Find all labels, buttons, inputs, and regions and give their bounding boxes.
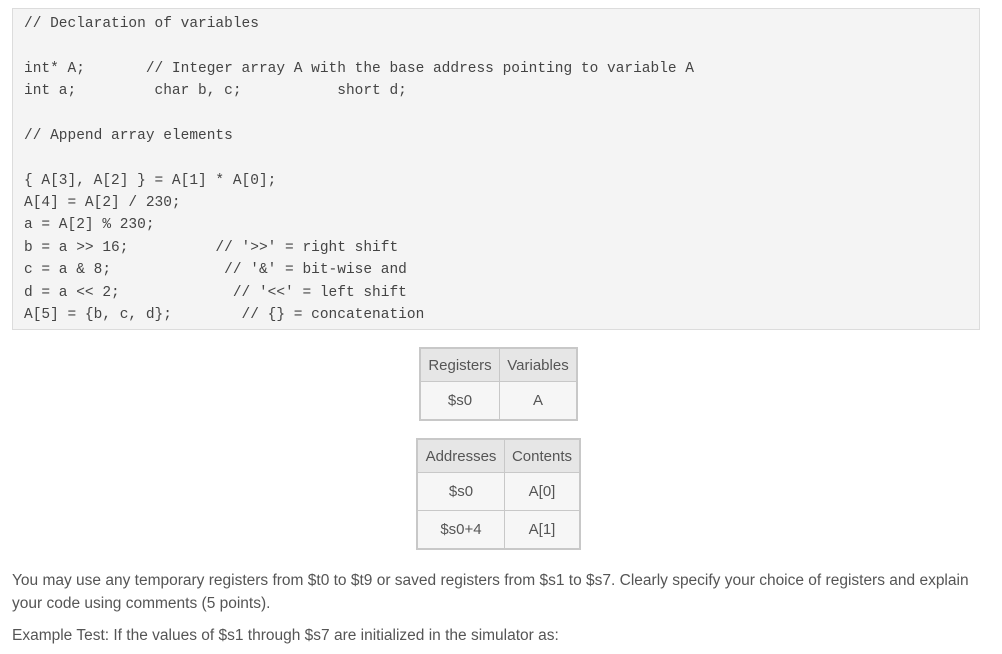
code-line-multiply: { A[3], A[2] } = A[1] * A[0]; <box>24 173 277 189</box>
instructions-paragraph: You may use any temporary registers from… <box>12 572 969 612</box>
code-line-right-shift: b = a >> 16; // '>>' = right shift <box>24 240 399 256</box>
code-line-left-shift: d = a << 2; // '<<' = left shift <box>24 285 407 301</box>
example-test-paragraph: Example Test: If the values of $s1 throu… <box>12 627 559 644</box>
table-row: $s0 A[0] <box>416 472 581 511</box>
table-row: $s0 A <box>419 381 578 421</box>
header-registers: Registers <box>419 347 500 382</box>
table-header-row: Addresses Contents <box>416 438 581 473</box>
header-contents: Contents <box>504 438 581 473</box>
code-line-divide: A[4] = A[2] / 230; <box>24 195 181 211</box>
cell-variable: A <box>499 381 578 421</box>
code-line-declarations: int a; char b, c; short d; <box>24 83 407 99</box>
memory-table: Addresses Contents $s0 A[0] $s0+4 A[1] <box>416 438 581 550</box>
cell-register: $s0 <box>419 381 500 421</box>
code-comment-declaration: // Declaration of variables <box>24 16 259 32</box>
code-block: // Declaration of variables int* A; // I… <box>12 8 980 330</box>
registers-table: Registers Variables $s0 A <box>419 347 578 421</box>
cell-address: $s0 <box>416 472 505 511</box>
table-row: $s0+4 A[1] <box>416 510 581 550</box>
header-addresses: Addresses <box>416 438 505 473</box>
table-header-row: Registers Variables <box>419 347 578 382</box>
header-variables: Variables <box>499 347 578 382</box>
code-line-int-pointer: int* A; // Integer array A with the base… <box>24 61 695 77</box>
cell-content: A[0] <box>504 472 581 511</box>
cell-address: $s0+4 <box>416 510 505 550</box>
code-line-bitwise-and: c = a & 8; // '&' = bit-wise and <box>24 262 407 278</box>
cell-content: A[1] <box>504 510 581 550</box>
code-line-modulo: a = A[2] % 230; <box>24 217 155 233</box>
code-comment-append: // Append array elements <box>24 128 233 144</box>
code-line-concatenation: A[5] = {b, c, d}; // {} = concatenation <box>24 307 425 323</box>
